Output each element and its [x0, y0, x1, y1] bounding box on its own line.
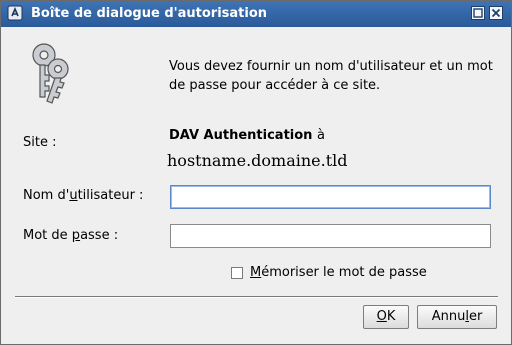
- button-separator: [15, 296, 498, 298]
- auth-message: Vous devez fournir un nom d'utilisateur …: [169, 59, 493, 93]
- username-input[interactable]: [170, 185, 491, 209]
- ok-button[interactable]: OK: [363, 305, 409, 329]
- dialog-content: Vous devez fournir un nom d'utilisateur …: [1, 27, 511, 344]
- site-realm-name: DAV Authentication: [169, 128, 313, 143]
- site-connector: à: [316, 128, 325, 143]
- maximize-button[interactable]: [471, 6, 485, 20]
- close-button[interactable]: [489, 6, 503, 20]
- remember-password-checkbox[interactable]: [231, 267, 243, 279]
- keys-icon: [32, 43, 69, 104]
- close-icon: [491, 8, 501, 18]
- site-hostname: hostname.domaine.tld: [167, 151, 348, 170]
- maximize-icon: [473, 8, 483, 18]
- remember-password-label[interactable]: Mémoriser le mot de passe: [250, 265, 427, 280]
- password-label: Mot de passe :: [23, 228, 119, 243]
- site-label: Site :: [23, 135, 57, 150]
- title-bar[interactable]: Boîte de dialogue d'autorisation: [1, 1, 511, 27]
- app-icon[interactable]: [7, 5, 23, 21]
- password-input[interactable]: [170, 224, 491, 248]
- window-title: Boîte de dialogue d'autorisation: [31, 6, 268, 21]
- cancel-button[interactable]: Annuler: [417, 305, 497, 329]
- username-label: Nom d'utilisateur :: [23, 188, 144, 203]
- site-realm: DAV Authentication à: [169, 128, 325, 143]
- auth-dialog-window: Boîte de dialogue d'autorisation Vous de…: [0, 0, 512, 345]
